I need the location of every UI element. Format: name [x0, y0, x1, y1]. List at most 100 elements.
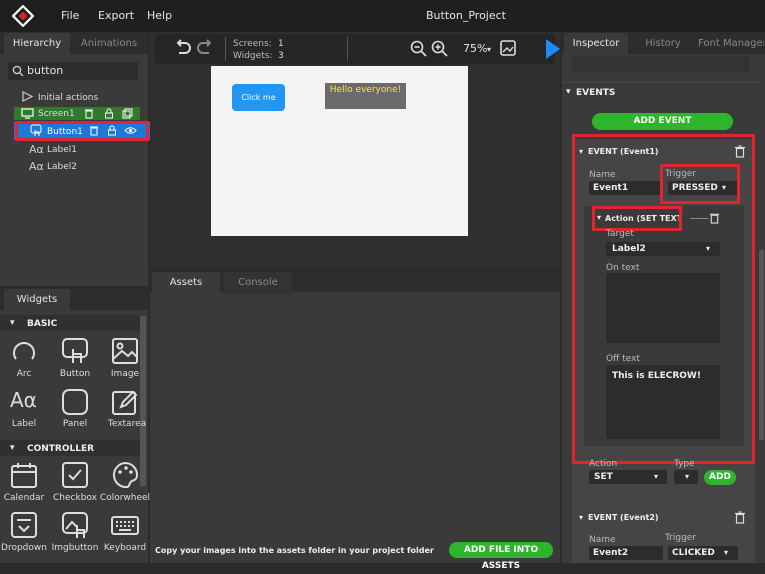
- zoom-in-icon[interactable]: [431, 40, 448, 57]
- inspector-scrollbar[interactable]: [759, 250, 764, 440]
- off-text-label: Off text: [606, 354, 640, 364]
- redo-icon[interactable]: [196, 39, 214, 57]
- hierarchy-search-input[interactable]: button: [27, 64, 63, 77]
- trash-icon[interactable]: [734, 511, 746, 524]
- widget-label-imgbutton: Imgbutton: [51, 543, 99, 553]
- event2-title: EVENT (Event2): [588, 513, 659, 522]
- event2-trigger-label: Trigger: [665, 533, 697, 543]
- collapse-triangle-icon: ▾: [10, 443, 15, 453]
- screen-icon: [21, 108, 34, 119]
- panel-widget-icon[interactable]: [61, 388, 89, 416]
- zoom-out-icon[interactable]: [410, 40, 427, 57]
- zoom-level[interactable]: 75%: [463, 42, 487, 55]
- tab-hierarchy[interactable]: Hierarchy: [4, 33, 70, 55]
- tab-history[interactable]: History: [632, 33, 694, 55]
- hierarchy-item-label1[interactable]: Label1: [47, 145, 77, 155]
- add-event-button[interactable]: ADD EVENT: [592, 113, 733, 130]
- on-text-input[interactable]: [606, 273, 720, 343]
- canvas-button1[interactable]: Click me: [232, 84, 285, 111]
- hierarchy-item-label2[interactable]: Label2: [47, 162, 77, 172]
- tab-console[interactable]: Console: [224, 272, 292, 294]
- duplicate-icon[interactable]: [122, 108, 133, 119]
- chevron-down-icon[interactable]: ▾: [706, 244, 710, 253]
- button-widget-icon[interactable]: [61, 337, 89, 365]
- trash-icon[interactable]: [734, 145, 746, 158]
- highlight-trigger: [660, 164, 740, 204]
- textarea-widget-icon[interactable]: [111, 388, 139, 416]
- basic-section-title: BASIC: [27, 319, 58, 329]
- play-icon: [22, 91, 33, 102]
- collapse-triangle-icon: ▾: [10, 318, 15, 328]
- event2-name-label: Name: [589, 535, 616, 545]
- divider: [563, 82, 759, 83]
- tab-animations[interactable]: Animations: [74, 33, 144, 55]
- widgets-label: Widgets:: [233, 51, 273, 61]
- add-file-into-assets-button[interactable]: ADD FILE INTO ASSETS: [449, 542, 553, 571]
- widget-label-textarea: Textarea: [107, 419, 147, 429]
- arc-icon[interactable]: [10, 337, 38, 365]
- add-action-button[interactable]: ADD: [704, 470, 736, 485]
- trash-icon[interactable]: [89, 125, 99, 136]
- target-label: Target: [606, 229, 634, 239]
- widget-label-keyboard: Keyboard: [103, 543, 147, 553]
- undo-icon[interactable]: [174, 39, 192, 57]
- controller-section-title: CONTROLLER: [27, 444, 95, 454]
- hierarchy-item-initial-actions[interactable]: Initial actions: [38, 93, 98, 103]
- checkbox-icon[interactable]: [61, 461, 89, 489]
- widget-label-dropdown: Dropdown: [1, 543, 47, 553]
- hierarchy-item-button1: Button1: [47, 127, 83, 137]
- colorwheel-icon[interactable]: [111, 461, 139, 489]
- chevron-down-icon[interactable]: ▾: [724, 548, 728, 557]
- action-label: Action: [589, 459, 618, 469]
- lock-icon[interactable]: [107, 125, 117, 136]
- screens-label: Screens:: [233, 39, 272, 49]
- widgets-scrollbar[interactable]: [140, 316, 146, 486]
- widget-label-arc: Arc: [16, 369, 32, 379]
- label-widget-icon[interactable]: Aα: [10, 388, 37, 412]
- dropdown-icon[interactable]: [10, 511, 38, 539]
- fit-screen-icon[interactable]: [500, 40, 516, 56]
- collapse-triangle-icon: ▾: [579, 513, 584, 522]
- eye-icon[interactable]: [124, 125, 137, 136]
- image-widget-icon[interactable]: [111, 337, 139, 365]
- tab-widgets[interactable]: Widgets: [4, 289, 70, 311]
- imgbutton-icon[interactable]: [61, 511, 89, 539]
- search-icon: [12, 65, 24, 77]
- action-drag-handle[interactable]: [690, 218, 708, 219]
- canvas-label1[interactable]: Hello everyone!: [325, 83, 406, 109]
- assets-panel: [150, 270, 560, 563]
- chevron-down-icon[interactable]: ▾: [685, 472, 689, 481]
- lock-icon[interactable]: [104, 108, 114, 119]
- trash-icon[interactable]: [709, 212, 720, 224]
- calendar-icon[interactable]: [10, 461, 38, 489]
- event1-name-input[interactable]: Event1: [589, 181, 663, 195]
- basic-section-header[interactable]: [0, 315, 140, 331]
- on-text-label: On text: [606, 263, 640, 273]
- widget-label-calendar: Calendar: [3, 493, 45, 503]
- widget-label-image: Image: [110, 369, 140, 379]
- target-select[interactable]: Label2: [606, 242, 720, 256]
- previous-section-field: [572, 56, 750, 72]
- tab-font-manager[interactable]: Font Manager: [698, 33, 764, 55]
- canvas-toolbar: [155, 34, 555, 64]
- label-widget-icon: Aα: [29, 160, 44, 173]
- event2-name-input[interactable]: Event2: [589, 546, 663, 560]
- trash-icon[interactable]: [84, 108, 94, 119]
- widget-label-button: Button: [59, 369, 91, 379]
- toolbar-divider: [225, 37, 226, 61]
- off-text-input[interactable]: This is ELECROW!: [606, 365, 720, 439]
- highlight-action: [592, 206, 682, 231]
- play-simulator-icon[interactable]: [546, 39, 560, 59]
- collapse-triangle-icon: ▾: [566, 87, 571, 97]
- chevron-down-icon[interactable]: ▾: [654, 472, 658, 481]
- toolbar-divider: [347, 37, 348, 61]
- hierarchy-item-screen1: Screen1: [38, 109, 75, 119]
- events-section-title: EVENTS: [576, 88, 616, 98]
- tab-inspector[interactable]: Inspector: [564, 33, 628, 55]
- tab-assets[interactable]: Assets: [152, 272, 220, 294]
- event1-title: EVENT (Event1): [588, 147, 659, 156]
- keyboard-icon[interactable]: [111, 511, 139, 539]
- event1-name-label: Name: [589, 170, 616, 180]
- chevron-down-icon[interactable]: ▾: [487, 45, 491, 54]
- window-title: Button_Project: [426, 9, 506, 22]
